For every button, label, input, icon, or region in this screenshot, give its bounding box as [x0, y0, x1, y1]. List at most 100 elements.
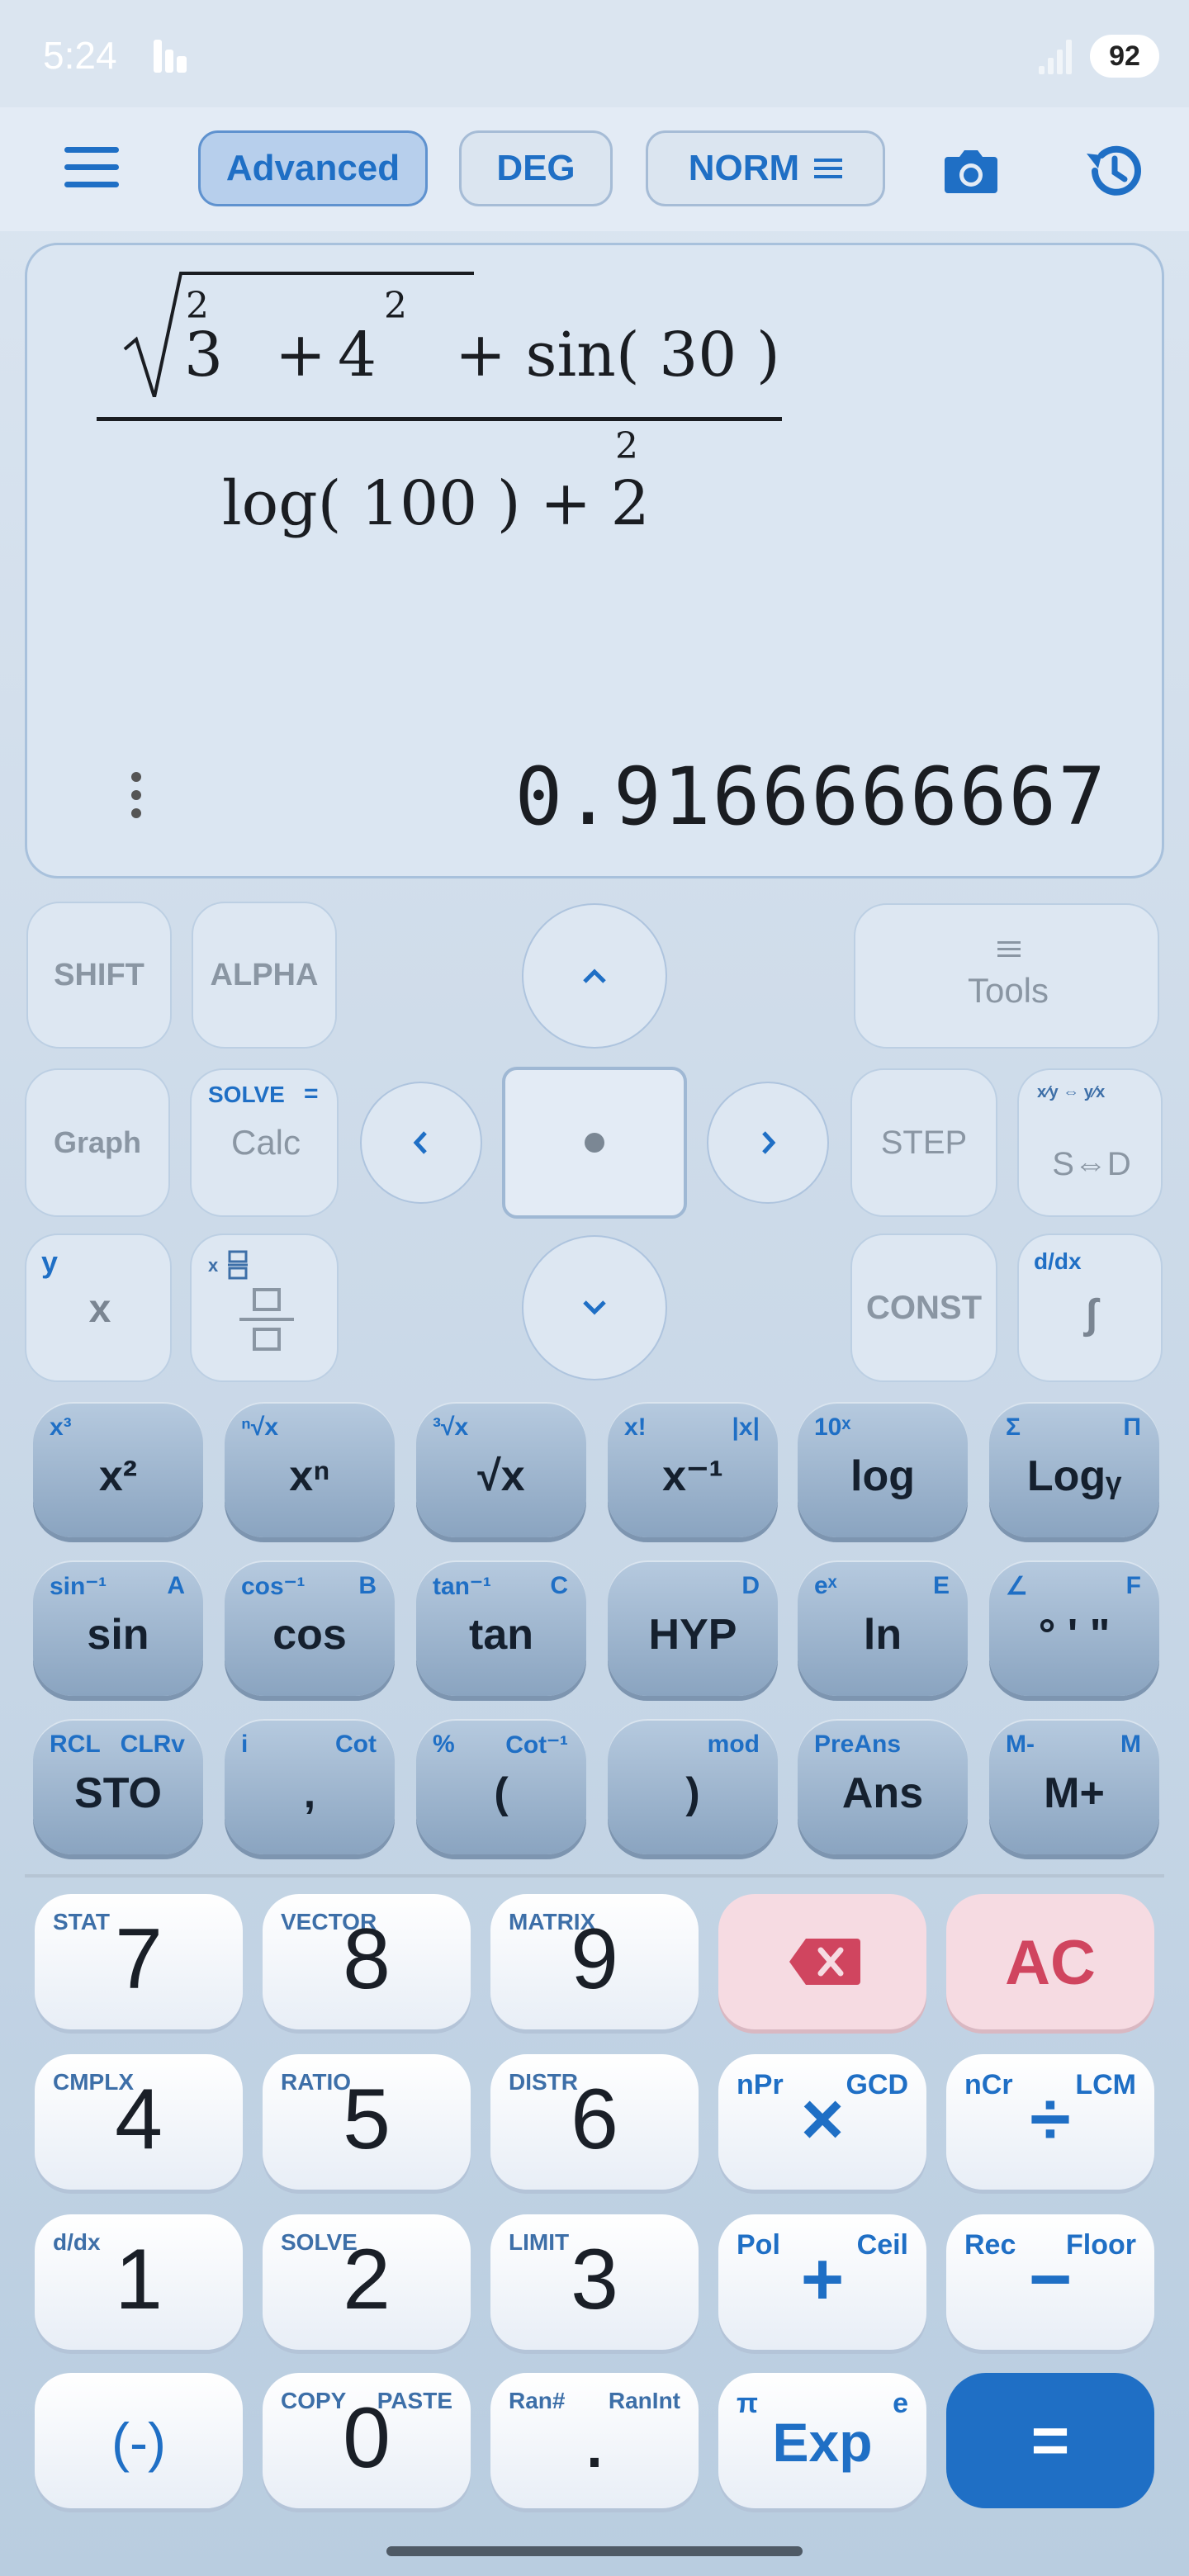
key-main-label: 4 — [115, 2072, 163, 2167]
key-main-label: − — [1028, 2238, 1073, 2321]
ans-key[interactable]: PreAns Ans — [798, 1719, 968, 1854]
divide-key[interactable]: nCr LCM ÷ — [946, 2054, 1154, 2190]
shift-key[interactable]: SHIFT — [26, 902, 172, 1049]
log-key[interactable]: 10ˣ log — [798, 1402, 968, 1537]
key-main-label: tan — [469, 1611, 533, 1659]
decimal-key[interactable]: Ran# RanInt. — [490, 2373, 699, 2508]
key-main-label: 5 — [343, 2072, 391, 2167]
key-main-label: ) — [685, 1769, 700, 1817]
xy-variable-key[interactable]: y x — [25, 1234, 172, 1382]
key-main-label: = — [1030, 2403, 1070, 2477]
open-paren-key[interactable]: % Cot⁻¹ ( — [416, 1719, 586, 1854]
key-main-label: AC — [1005, 1928, 1096, 1998]
left-arrow-key[interactable] — [360, 1082, 482, 1204]
key-alpha-label: M — [1120, 1731, 1141, 1758]
calc-equals-label: = — [304, 1080, 319, 1107]
center-select-key[interactable] — [502, 1067, 687, 1219]
digit-7-key[interactable]: STAT 7 — [35, 1894, 243, 2029]
digit-9-key[interactable]: MATRIX 9 — [490, 1894, 699, 2029]
sin-key[interactable]: sin⁻¹ Asin — [33, 1560, 203, 1696]
multiply-key[interactable]: nPr GCD × — [718, 2054, 926, 2190]
minus-key[interactable]: Rec Floor − — [946, 2214, 1154, 2350]
tools-key[interactable]: Tools — [854, 903, 1159, 1049]
comma-key[interactable]: i Cot, — [225, 1719, 395, 1854]
format-mode-button[interactable]: NORM — [646, 130, 885, 206]
key-main-label: 1 — [115, 2232, 163, 2327]
integral-label: ∫ — [1086, 1290, 1097, 1337]
key-alpha-label: Cot⁻¹ — [505, 1731, 568, 1759]
num-base1: 3 — [184, 320, 224, 391]
advanced-mode-button[interactable]: Advanced — [198, 130, 428, 206]
digit-4-key[interactable]: CMPLX 4 — [35, 2054, 243, 2190]
digit-6-key[interactable]: DISTR 6 — [490, 2054, 699, 2190]
menu-icon[interactable] — [64, 147, 119, 188]
key-alpha-label: mod — [707, 1731, 760, 1758]
key-shift-label: ∠ — [1006, 1573, 1028, 1600]
tan-key[interactable]: tan⁻¹ Ctan — [416, 1560, 586, 1696]
key-alpha-label: F — [1125, 1572, 1141, 1599]
plus-key[interactable]: Pol Ceil + — [718, 2214, 926, 2350]
key-main-label: STO — [74, 1769, 162, 1817]
key-main-label: x² — [98, 1452, 138, 1500]
angle-unit-button[interactable]: DEG — [459, 130, 613, 206]
xy-main-x: x — [88, 1287, 111, 1331]
exp-key[interactable]: π e Exp — [718, 2373, 926, 2508]
hyp-key[interactable]: D HYP — [608, 1560, 778, 1696]
right-arrow-key[interactable] — [707, 1082, 829, 1204]
key-main-label: Exp — [772, 2412, 873, 2473]
digit-2-key[interactable]: SOLVE 2 — [263, 2214, 471, 2350]
s-d-key[interactable]: x⁄y ⇔ y⁄x S⇔D — [1017, 1068, 1163, 1217]
log-base-key[interactable]: Σ Π Logᵧ — [989, 1402, 1159, 1537]
more-options-icon[interactable] — [131, 772, 141, 822]
reciprocal-key[interactable]: x! |x| x⁻¹ — [608, 1402, 778, 1537]
equals-key[interactable]: = — [946, 2373, 1154, 2508]
digit-0-key[interactable]: COPY PASTE 0 — [263, 2373, 471, 2508]
fraction-key[interactable]: x — [190, 1234, 339, 1382]
home-indicator[interactable] — [386, 2546, 803, 2556]
key-main-label: √x — [477, 1452, 525, 1500]
camera-icon[interactable] — [941, 140, 1001, 200]
fraction-template-icon: x — [208, 1250, 294, 1351]
digit-8-key[interactable]: VECTOR 8 — [263, 1894, 471, 2029]
sqrt-key[interactable]: ³√x √x — [416, 1402, 586, 1537]
all-clear-key[interactable]: AC — [946, 1894, 1154, 2029]
calculator-display[interactable]: 2 3 + 4 2 + sin( 30 ) log( 100 ) + 2 2 0… — [25, 243, 1164, 878]
const-key[interactable]: CONST — [850, 1234, 997, 1382]
ln-key[interactable]: eˣ Eln — [798, 1560, 968, 1696]
integral-key[interactable]: d/dx ∫ — [1017, 1234, 1163, 1382]
tools-label: Tools — [967, 971, 1049, 1010]
dms-key[interactable]: ∠ F ° ' " — [989, 1560, 1159, 1696]
power-key[interactable]: ⁿ√x xⁿ — [225, 1402, 395, 1537]
digit-1-key[interactable]: d/dx 1 — [35, 2214, 243, 2350]
key-shift-label: x³ — [50, 1413, 72, 1441]
graph-key[interactable]: Graph — [25, 1068, 170, 1217]
square-key[interactable]: x³ x² — [33, 1402, 203, 1537]
digit-5-key[interactable]: RATIO 5 — [263, 2054, 471, 2190]
backspace-icon — [789, 1939, 860, 1985]
history-icon[interactable] — [1082, 139, 1146, 203]
cos-key[interactable]: cos⁻¹ Bcos — [225, 1560, 395, 1696]
alpha-key[interactable]: ALPHA — [192, 902, 337, 1049]
m-plus-key[interactable]: M- M M+ — [989, 1719, 1159, 1854]
digit-3-key[interactable]: LIMIT 3 — [490, 2214, 699, 2350]
key-shift-label: cos⁻¹ — [241, 1573, 306, 1600]
key-alpha-label: |x| — [732, 1413, 760, 1441]
status-bar: 5:24 92 — [0, 0, 1189, 107]
key-main-label: , — [303, 1769, 316, 1817]
down-arrow-key[interactable] — [522, 1235, 667, 1380]
key-shift-label: ³√x — [433, 1413, 469, 1441]
key-main-label: + — [800, 2238, 845, 2321]
backspace-key[interactable] — [718, 1894, 926, 2029]
negative-key[interactable]: (-) — [35, 2373, 243, 2508]
key-main-label: HYP — [648, 1611, 737, 1659]
calc-key[interactable]: SOLVE = Calc — [190, 1068, 339, 1217]
key-alpha-label: Π — [1123, 1413, 1141, 1441]
close-paren-key[interactable]: mod) — [608, 1719, 778, 1854]
sto-key[interactable]: RCL CLRv STO — [33, 1719, 203, 1854]
step-key[interactable]: STEP — [850, 1068, 997, 1217]
up-arrow-key[interactable] — [522, 903, 667, 1049]
key-shift-label: 10ˣ — [814, 1413, 851, 1441]
key-main-label: 9 — [571, 1911, 618, 2007]
key-shift-label: i — [241, 1731, 249, 1758]
key-main-label: M+ — [1044, 1769, 1105, 1817]
